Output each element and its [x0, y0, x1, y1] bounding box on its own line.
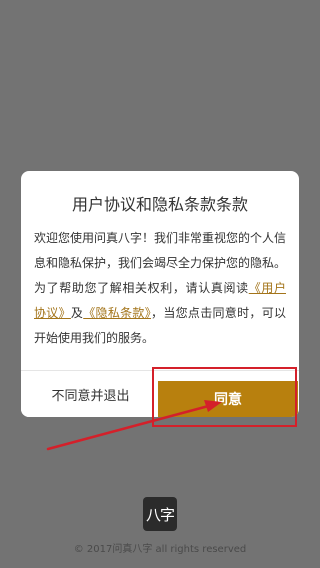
disagree-exit-button[interactable]: 不同意并退出 — [21, 371, 160, 417]
and-text: 及 — [70, 306, 84, 320]
privacy-terms-link[interactable]: 《隐私条款》 — [83, 306, 151, 320]
copyright-text: © 2017问真八字 all rights reserved — [73, 544, 247, 555]
dialog-body: 欢迎您使用问真八字！我们非常重视您的个人信息和隐私保护，我们会竭尽全力保护您的隐… — [21, 215, 299, 351]
agree-button[interactable]: 同意 — [158, 381, 298, 417]
screen: 用户协议和隐私条款条款 欢迎您使用问真八字！我们非常重视您的个人信息和隐私保护，… — [0, 0, 320, 568]
privacy-dialog: 用户协议和隐私条款条款 欢迎您使用问真八字！我们非常重视您的个人信息和隐私保护，… — [21, 171, 299, 417]
dialog-title: 用户协议和隐私条款条款 — [71, 195, 248, 214]
app-logo: 八字 — [143, 497, 177, 531]
